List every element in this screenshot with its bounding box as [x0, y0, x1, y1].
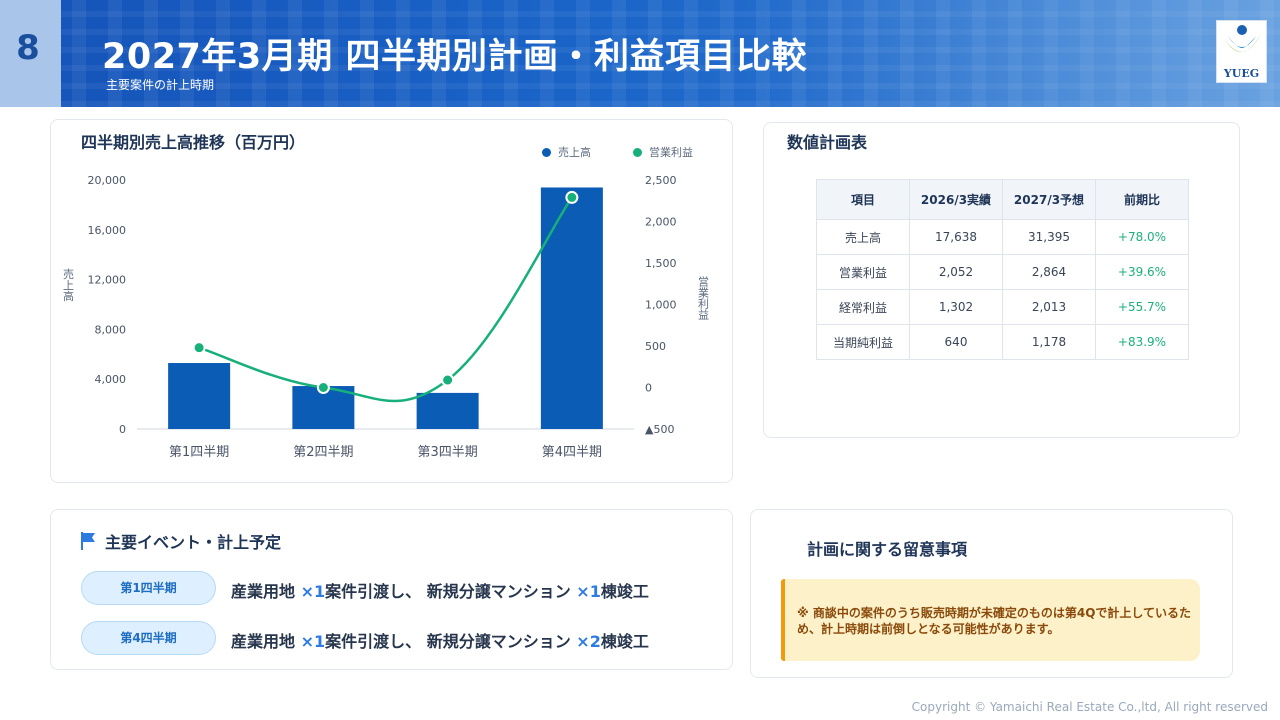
sales-profit-chart: 20,000 16,000 12,000 8,000 4,000 0 2,500 2,000 1… [62, 174, 710, 460]
profit-point [441, 373, 455, 387]
page-subtitle: 主要案件の計上時期 [106, 78, 215, 92]
y2-axis-tick-label: 1,500 [645, 257, 677, 270]
event-text-part: 棟竣工 [600, 582, 649, 601]
event-text-part: 棟竣工 [600, 632, 649, 651]
y-axis-tick-label: 0 [119, 423, 126, 436]
event-count: ×1 [300, 582, 326, 601]
table-cell: 2,052 [909, 254, 1003, 290]
y-axis-tick-label: 12,000 [88, 274, 127, 287]
table-cell: 1,178 [1002, 324, 1096, 360]
x-axis-category-label: 第4四半期 [542, 445, 602, 460]
event-text-part: 産業用地 [231, 582, 301, 601]
table-cell: 2,864 [1002, 254, 1096, 290]
page-number: 8 [16, 28, 40, 68]
table-cell: 31,395 [1002, 219, 1096, 255]
table-cell-yoy: +78.0% [1095, 219, 1189, 255]
note-callout: ※ 商談中の案件のうち販売時期が未確定のものは第4Qで計上しているため、計上時期… [781, 579, 1200, 661]
plan-table-header-row: 項目 2026/3実績 2027/3予想 前期比 [816, 179, 1189, 220]
col-header-2026-actual: 2026/3実績 [909, 179, 1003, 220]
plan-table-card: 数値計画表 項目 2026/3実績 2027/3予想 前期比 売上高 17,63… [763, 122, 1240, 438]
sales-bar [168, 363, 231, 429]
profit-point [192, 341, 206, 355]
y-axis-tick-label: 16,000 [88, 224, 127, 237]
sales-bar [540, 187, 603, 429]
event-text-part: 産業用地 [231, 632, 301, 651]
table-row: 経常利益 1,302 2,013 +55.7% [816, 289, 1189, 325]
table-row: 当期純利益 640 1,178 +83.9% [816, 324, 1189, 360]
col-header-yoy: 前期比 [1095, 179, 1189, 220]
col-header-item: 項目 [816, 179, 910, 220]
table-cell: 1,302 [909, 289, 1003, 325]
logo-text: YUEG [1223, 67, 1260, 80]
event-text-part: 案件引渡し、 新規分譲マンション [325, 582, 577, 601]
y2-axis-tick-label: 2,000 [645, 216, 677, 229]
copyright-text: Copyright © Yamaichi Real Estate Co.,ltd… [911, 700, 1268, 714]
quarter-badge: 第4四半期 [81, 621, 216, 655]
y2-axis-tick-label: 2,500 [645, 174, 677, 187]
table-cell: 当期純利益 [816, 324, 910, 360]
event-text-part: 案件引渡し、 新規分譲マンション [325, 632, 577, 651]
sales-bar [416, 392, 479, 429]
notes-title: 計画に関する留意事項 [807, 540, 968, 559]
header-banner: 8 2027年3月期 四半期別計画・利益項目比較 主要案件の計上時期 YUEG [0, 0, 1280, 107]
page-number-box: 8 [0, 0, 61, 107]
table-cell: 2,013 [1002, 289, 1096, 325]
profit-point [565, 190, 579, 204]
table-cell: 経常利益 [816, 289, 910, 325]
table-row: 営業利益 2,052 2,864 +39.6% [816, 254, 1189, 290]
flag-icon [81, 532, 95, 550]
y2-axis-tick-label: ▲500 [645, 423, 674, 436]
y-axis-tick-label: 20,000 [88, 174, 127, 187]
chart-card: 四半期別売上高推移（百万円） 売上高 営業利益 20,000 16,000 12,0… [50, 119, 733, 483]
event-description: 産業用地 ×1案件引渡し、 新規分譲マンション ×2棟竣工 [231, 628, 649, 652]
col-header-2027-forecast: 2027/3予想 [1002, 179, 1096, 220]
table-cell-yoy: +83.9% [1095, 324, 1189, 360]
table-cell-yoy: +39.6% [1095, 254, 1189, 290]
company-logo: YUEG [1216, 20, 1267, 83]
event-count: ×1 [576, 582, 601, 601]
event-description: 産業用地 ×1案件引渡し、 新規分譲マンション ×1棟竣工 [231, 578, 649, 602]
profit-line [198, 196, 573, 403]
quarter-badge: 第1四半期 [81, 571, 216, 605]
logo-mark-icon [1224, 25, 1261, 53]
x-axis-category-label: 第1四半期 [169, 445, 229, 460]
y-axis-tick-label: 8,000 [95, 323, 127, 336]
y-axis-title: 売上高 [62, 268, 75, 302]
note-text: ※ 商談中の案件のうち販売時期が未確定のものは第4Qで計上しているため、計上時期… [797, 606, 1192, 636]
events-title: 主要イベント・計上予定 [105, 533, 282, 552]
x-axis-category-label: 第3四半期 [417, 445, 477, 460]
y2-axis-tick-label: 1,000 [645, 299, 677, 312]
table-cell-yoy: +55.7% [1095, 289, 1189, 325]
table-row: 売上高 17,638 31,395 +78.0% [816, 219, 1189, 255]
y2-axis-title: 営業利益 [697, 275, 710, 320]
event-count: ×1 [300, 632, 326, 651]
table-cell: 17,638 [909, 219, 1003, 255]
y2-axis-tick-label: 500 [645, 340, 666, 353]
y-axis-tick-label: 4,000 [95, 373, 127, 386]
plan-table-title: 数値計画表 [787, 133, 868, 152]
page-title: 2027年3月期 四半期別計画・利益項目比較 [102, 37, 807, 77]
y2-axis-tick-label: 0 [645, 382, 652, 395]
event-count: ×2 [576, 632, 601, 651]
x-axis-category-label: 第2四半期 [293, 445, 353, 460]
table-cell: 640 [909, 324, 1003, 360]
table-cell: 売上高 [816, 219, 910, 255]
notes-card: 計画に関する留意事項 ※ 商談中の案件のうち販売時期が未確定のものは第4Qで計上… [750, 509, 1233, 678]
profit-point [316, 381, 330, 394]
events-card: 主要イベント・計上予定 第1四半期 産業用地 ×1案件引渡し、 新規分譲マンショ… [50, 509, 733, 670]
plan-table: 項目 2026/3実績 2027/3予想 前期比 売上高 17,638 31,3… [816, 179, 1189, 360]
table-cell: 営業利益 [816, 254, 910, 290]
